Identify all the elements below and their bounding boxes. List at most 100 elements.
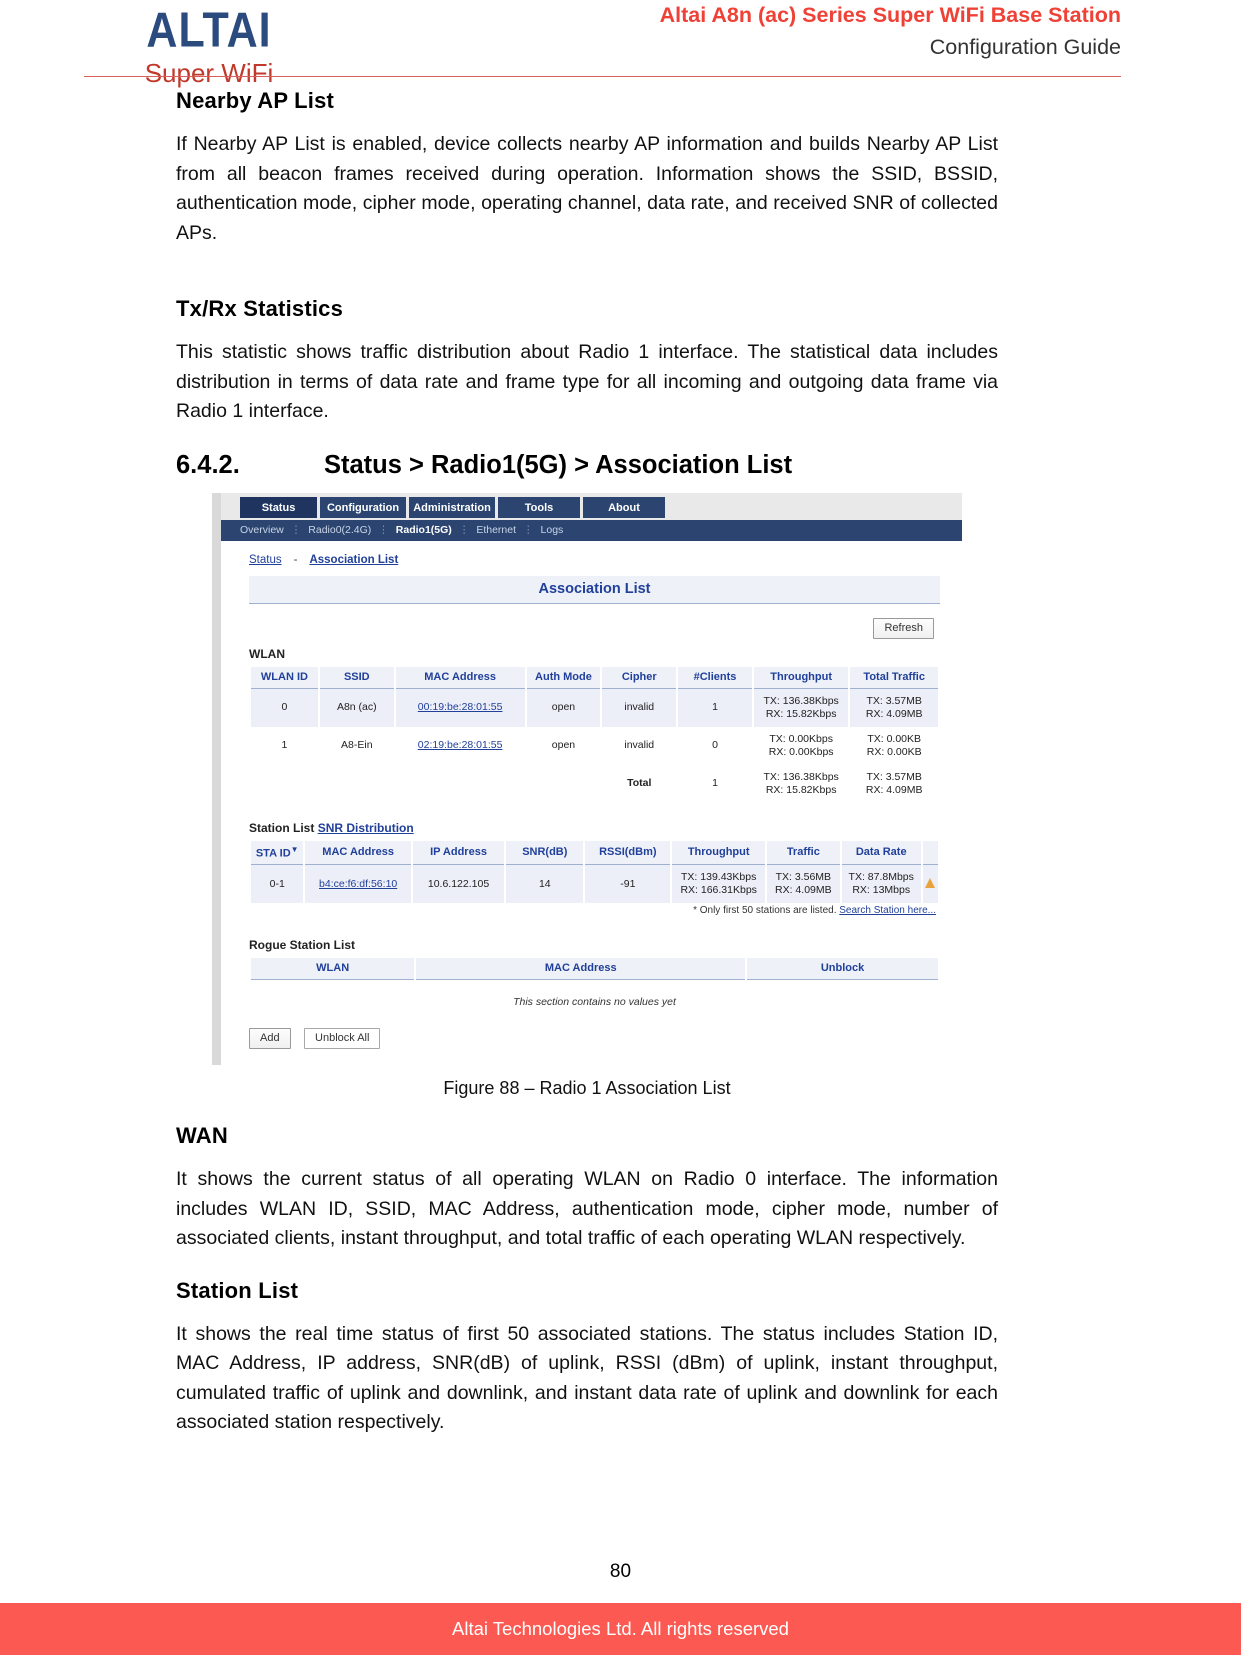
sta-traffic-tx: TX: 3.56MB — [775, 871, 832, 884]
station-mac-link[interactable]: b4:ce:f6:df:56:10 — [319, 878, 397, 890]
footer-bar: Altai Technologies Ltd. All rights reser… — [0, 1603, 1241, 1655]
wlan-table-row: 0 A8n (ac) 00:19:be:28:01:55 open invali… — [249, 688, 940, 727]
col-sta-id[interactable]: STA ID▼ — [248, 840, 306, 866]
wlan-mac-link[interactable]: 02:19:be:28:01:55 — [418, 739, 503, 751]
total-traffic-rx: RX: 4.09MB — [865, 707, 923, 720]
col-mac-address[interactable]: MAC Address — [393, 666, 527, 689]
cell-ssid: A8n (ac) — [317, 688, 396, 727]
col-auth-mode[interactable]: Auth Mode — [524, 666, 603, 689]
tab-status[interactable]: Status — [240, 496, 317, 518]
device-web-ui-screenshot: Status Configuration Administration Tools Ab… — [211, 491, 963, 1067]
wlan-table-row: 1 A8-Ein 02:19:be:28:01:55 open invalid … — [249, 726, 940, 765]
screenshot-left-strip — [212, 492, 221, 1066]
cell-sta-throughput: TX: 139.43Kbps RX: 166.31Kbps — [670, 864, 768, 904]
main-tab-bar: Status Configuration Administration Tools Ab… — [221, 492, 962, 520]
total-total-traffic-tx: TX: 3.57MB — [866, 770, 922, 783]
heading-wan: WAN — [176, 1123, 228, 1149]
cell-mac-address: 00:19:be:28:01:55 — [393, 688, 527, 727]
add-button[interactable]: Add — [249, 1028, 291, 1050]
col-total-traffic[interactable]: Total Traffic — [848, 666, 940, 689]
cell-status-icon — [920, 864, 941, 904]
cell-sta-traffic: TX: 3.56MB RX: 4.09MB — [765, 864, 842, 904]
snr-distribution-link[interactable]: SNR Distribution — [318, 821, 414, 835]
paragraph-nearby-ap-list: If Nearby AP List is enabled, device col… — [176, 133, 998, 244]
cell-mac-address: 02:19:be:28:01:55 — [393, 726, 527, 765]
subtab-logs[interactable]: Logs — [534, 524, 571, 536]
col-ssid[interactable]: SSID — [317, 666, 396, 689]
col-rogue-mac-address[interactable]: MAC Address — [414, 958, 748, 981]
station-list-text: Station List — [249, 820, 315, 835]
total-traffic-rx: RX: 0.00KB — [866, 745, 922, 758]
col-ip-address[interactable]: IP Address — [410, 840, 507, 866]
station-table: STA ID▼ MAC Address IP Address SNR(dB) R… — [248, 840, 941, 904]
col-snr-db[interactable]: SNR(dB) — [504, 840, 586, 866]
subtab-radio1-5g[interactable]: Radio1(5G) — [389, 524, 459, 536]
cell-total-throughput: TX: 136.38Kbps RX: 15.82Kbps — [751, 764, 851, 803]
cell-wlan-id: 0 — [249, 688, 320, 727]
cell-cipher: invalid — [600, 726, 679, 765]
cell-ssid: A8-Ein — [317, 726, 396, 765]
wlan-mac-link[interactable]: 00:19:be:28:01:55 — [418, 701, 503, 713]
wlan-section-label: WLAN — [249, 646, 285, 661]
col-sta-throughput[interactable]: Throughput — [670, 840, 768, 866]
rogue-station-list-label: Rogue Station List — [249, 938, 355, 953]
breadcrumb: Status - Association List — [249, 554, 940, 566]
subtab-separator: ⋮ — [378, 523, 389, 536]
col-cipher[interactable]: Cipher — [600, 666, 679, 689]
data-rate-tx: TX: 87.8Mbps — [848, 871, 914, 884]
breadcrumb-dash: - — [293, 553, 298, 566]
wlan-table: WLAN ID SSID MAC Address Auth Mode Ciphe… — [249, 666, 940, 803]
col-clients[interactable]: #Clients — [676, 666, 754, 689]
rogue-table-header-row: WLAN MAC Address Unblock — [248, 958, 940, 981]
col-rogue-wlan[interactable]: WLAN — [248, 958, 417, 981]
data-rate-rx: RX: 13Mbps — [852, 884, 911, 897]
col-data-rate[interactable]: Data Rate — [839, 840, 923, 866]
tab-about[interactable]: About — [583, 496, 665, 518]
cell-blank — [524, 764, 603, 803]
screenshot-body: Status - Association List Association List… — [221, 540, 962, 1066]
subtab-overview[interactable]: Overview — [240, 524, 291, 536]
throughput-rx: RX: 0.00Kbps — [768, 745, 834, 758]
heading-txrx-statistics: Tx/Rx Statistics — [176, 296, 344, 321]
col-throughput[interactable]: Throughput — [751, 666, 851, 689]
sta-throughput-rx: RX: 166.31Kbps — [680, 884, 757, 897]
header-divider — [84, 76, 1121, 77]
heading-station-list: Station List — [176, 1277, 299, 1303]
col-sta-id-label: STA ID — [255, 847, 291, 860]
cell-blank — [249, 764, 320, 803]
throughput-tx: TX: 0.00Kbps — [769, 732, 833, 745]
wlan-table-header-row: WLAN ID SSID MAC Address Auth Mode Ciphe… — [249, 666, 940, 689]
cell-blank — [393, 764, 527, 803]
unblock-all-button[interactable]: Unblock All — [304, 1028, 381, 1050]
subtab-separator: ⋮ — [458, 523, 470, 536]
cell-total-traffic: TX: 3.57MB RX: 4.09MB — [848, 688, 940, 727]
figure-caption: Figure 88 – Radio 1 Association List — [443, 1078, 731, 1099]
tab-administration[interactable]: Administration — [409, 496, 495, 518]
cell-auth-mode: open — [524, 726, 603, 765]
cell-cipher: invalid — [600, 688, 679, 727]
col-rogue-unblock[interactable]: Unblock — [745, 958, 940, 981]
paragraph-wan: It shows the current status of all opera… — [176, 1168, 998, 1250]
col-rssi-dbm[interactable]: RSSI(dBm) — [583, 840, 673, 866]
paragraph-station-list: It shows the real time status of first 5… — [176, 1322, 998, 1434]
refresh-button[interactable]: Refresh — [873, 617, 934, 639]
cell-rssi: -91 — [583, 864, 673, 904]
col-wlan-id[interactable]: WLAN ID — [249, 666, 320, 689]
footer-copyright: Altai Technologies Ltd. All rights reser… — [452, 1618, 789, 1639]
warning-triangle-icon[interactable] — [924, 878, 936, 889]
heading-6-4-2: 6.4.2. Status > Radio1(5G) > Association… — [176, 451, 998, 480]
tab-tools[interactable]: Tools — [498, 496, 580, 518]
subtab-radio0-24g[interactable]: Radio0(2.4G) — [301, 524, 378, 536]
rogue-action-buttons: Add Unblock All — [249, 1028, 940, 1050]
col-sta-traffic[interactable]: Traffic — [765, 840, 842, 866]
breadcrumb-status-link[interactable]: Status — [249, 554, 282, 566]
page-content: Nearby AP List If Nearby AP List is enab… — [176, 88, 998, 1444]
subtab-ethernet[interactable]: Ethernet — [469, 524, 523, 536]
search-station-link[interactable]: Search Station here... — [839, 905, 936, 916]
col-sta-mac-address[interactable]: MAC Address — [303, 840, 413, 866]
station-list-section-label: Station List SNR Distribution — [249, 821, 940, 835]
heading-nearby-ap-list: Nearby AP List — [176, 88, 335, 113]
sort-descending-icon[interactable]: ▼ — [291, 845, 299, 854]
tab-configuration[interactable]: Configuration — [320, 496, 406, 518]
station-table-header-row: STA ID▼ MAC Address IP Address SNR(dB) R… — [248, 840, 941, 866]
